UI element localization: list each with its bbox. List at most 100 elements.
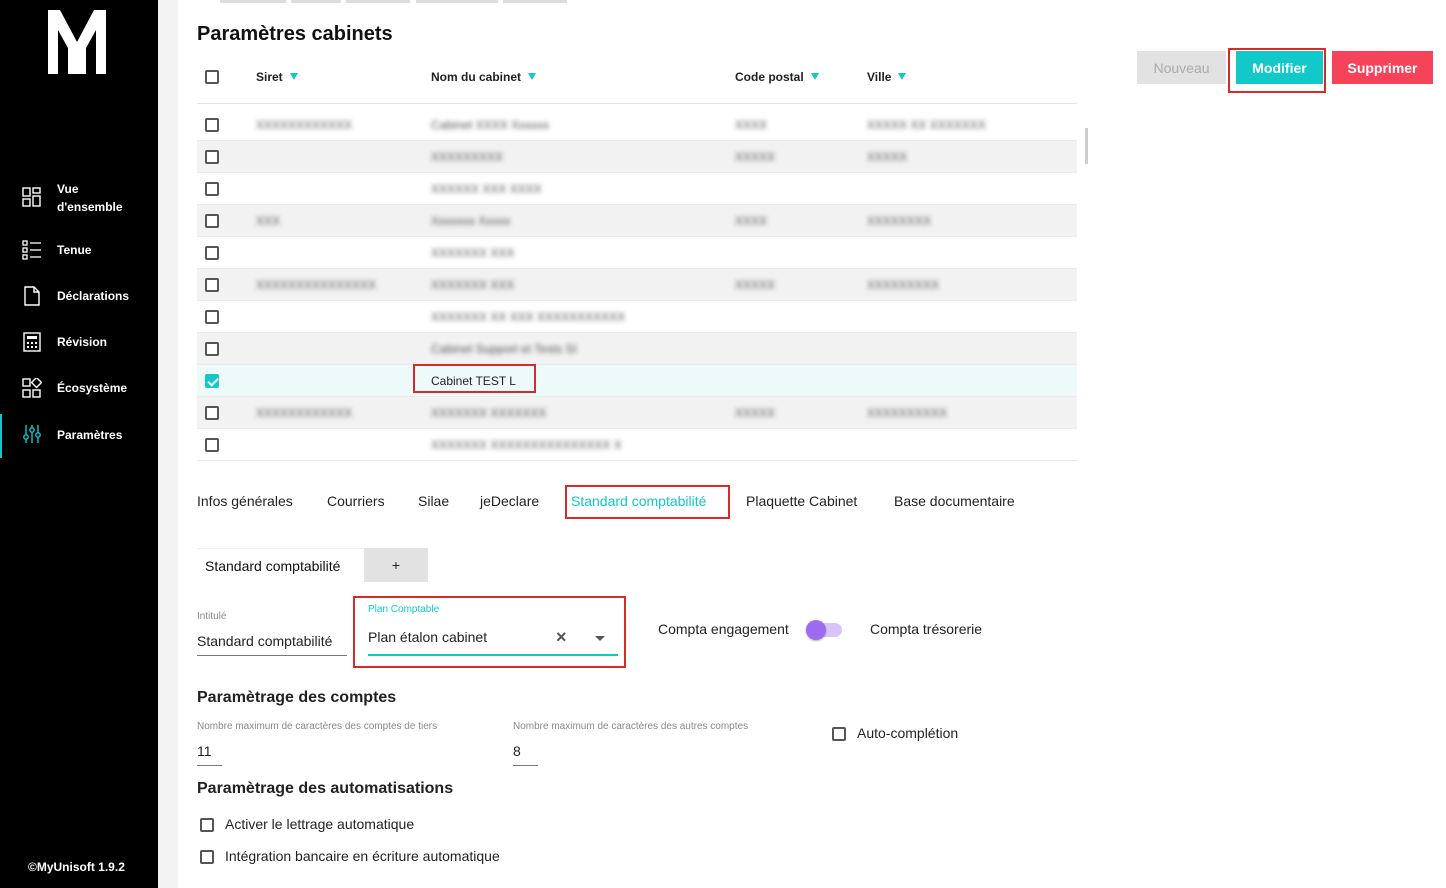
column-label: Nom du cabinet bbox=[431, 70, 522, 84]
table-row[interactable]: Cabinet TEST L bbox=[197, 365, 1077, 397]
delete-button[interactable]: Supprimer bbox=[1332, 51, 1433, 84]
tab-infos-generales[interactable]: Infos générales bbox=[197, 493, 293, 509]
sliders-icon bbox=[23, 425, 41, 443]
column-header-ville[interactable]: Ville bbox=[867, 70, 907, 84]
cell-name: XXXXXXX XXXXXXXXXXXXXXX X bbox=[431, 438, 622, 452]
table-row[interactable]: XXXXXX XXX XXXX bbox=[197, 173, 1077, 205]
tiers-length-input[interactable]: 11 bbox=[197, 743, 212, 759]
cell-siret: XXXXXXXXXXXX bbox=[256, 118, 353, 132]
intitule-underline bbox=[197, 655, 347, 656]
sidebar-item-tenue[interactable]: Tenue bbox=[0, 230, 158, 270]
compta-tresorerie-label: Compta trésorerie bbox=[870, 621, 983, 637]
tab-highlight bbox=[565, 485, 730, 519]
subtab-standard-label: Standard comptabilité bbox=[205, 558, 341, 574]
cell-city: XXXXX XX XXXXXXX bbox=[867, 118, 986, 132]
row-checkbox[interactable] bbox=[205, 278, 219, 292]
row-checkbox[interactable] bbox=[205, 214, 219, 228]
cell-name: XXXXXX XXX XXXX bbox=[431, 182, 542, 196]
table-row[interactable]: XXXXXXX XXX bbox=[197, 237, 1077, 269]
sidebar-item-declarations[interactable]: Déclarations bbox=[0, 276, 158, 316]
add-standard-button[interactable]: + bbox=[364, 548, 428, 582]
cell-cp: XXXXX bbox=[735, 278, 776, 292]
toggle-knob bbox=[806, 620, 826, 640]
bancaire-checkbox[interactable] bbox=[200, 850, 214, 864]
row-checkbox[interactable] bbox=[205, 374, 219, 388]
subtab-standard[interactable]: Standard comptabilité bbox=[197, 548, 362, 582]
row-checkbox[interactable] bbox=[205, 182, 219, 196]
new-button[interactable]: Nouveau bbox=[1137, 51, 1226, 84]
accounts-section-title: Paramètrage des comptes bbox=[197, 689, 397, 706]
sort-arrow-icon[interactable] bbox=[528, 73, 537, 80]
table-header: Siret Nom du cabinet Code postal Ville bbox=[197, 60, 1077, 104]
cell-cp: XXXXX bbox=[735, 150, 776, 164]
autocompletion-label: Auto-complétion bbox=[857, 725, 959, 741]
cell-cp: XXXX bbox=[735, 118, 768, 132]
sidebar-gutter bbox=[158, 0, 178, 888]
lettrage-label: Activer le lettrage automatique bbox=[225, 816, 415, 832]
cell-name: Cabinet XXXX Xxxxxx bbox=[431, 118, 550, 132]
selected-cabinet-highlight bbox=[413, 364, 536, 393]
autres-length-label: Nombre maximum de caractères des autres … bbox=[513, 721, 749, 732]
column-label: Ville bbox=[867, 70, 892, 84]
table-scrollbar[interactable] bbox=[1085, 128, 1088, 164]
column-header-code-postal[interactable]: Code postal bbox=[735, 70, 819, 84]
row-checkbox[interactable] bbox=[205, 150, 219, 164]
cell-name: XXXXXXX XXXXXXX bbox=[431, 406, 547, 420]
sidebar: Vue d'ensemble Tenue Déclarations Révisi… bbox=[0, 0, 158, 888]
cell-cp: XXXXX bbox=[735, 406, 776, 420]
table-row[interactable]: XXXXXXXXXXXX XXXXXXX XXXXXXX XXXXX XXXXXXXX… bbox=[197, 397, 1077, 429]
myunisoft-logo[interactable] bbox=[46, 8, 108, 76]
autres-length-input[interactable]: 8 bbox=[513, 743, 521, 759]
sidebar-item-vue-ensemble[interactable]: Vue d'ensemble bbox=[0, 177, 158, 223]
cell-name: XXXXXXXXX bbox=[431, 150, 504, 164]
page-title: Paramètres cabinets bbox=[197, 23, 393, 45]
sidebar-item-revision[interactable]: Révision bbox=[0, 322, 158, 362]
table-row[interactable]: XXXXXXXXXXXX Cabinet XXXX Xxxxxx XXXX XXXXX… bbox=[197, 109, 1077, 141]
column-header-siret[interactable]: Siret bbox=[256, 70, 298, 84]
tab-base-documentaire[interactable]: Base documentaire bbox=[894, 493, 1015, 509]
table-row[interactable]: XXXXXXX XX XXX XXXXXXXXXXX bbox=[197, 301, 1077, 333]
table-row[interactable]: XXX Xxxxxxx Xxxxx XXXX XXXXXXXX bbox=[197, 205, 1077, 237]
row-checkbox[interactable] bbox=[205, 310, 219, 324]
sort-arrow-icon[interactable] bbox=[289, 73, 298, 80]
table-row[interactable]: XXXXXXXXX XXXXX XXXXX bbox=[197, 141, 1077, 173]
row-checkbox[interactable] bbox=[205, 118, 219, 132]
sidebar-item-ecosysteme[interactable]: Écosystème bbox=[0, 368, 158, 408]
sidebar-item-label: Paramètres bbox=[57, 428, 123, 442]
tab-plaquette-cabinet[interactable]: Plaquette Cabinet bbox=[746, 493, 857, 509]
tiers-length-label: Nombre maximum de caractères des comptes… bbox=[197, 721, 438, 732]
row-checkbox[interactable] bbox=[205, 342, 219, 356]
tab-silae[interactable]: Silae bbox=[418, 493, 449, 509]
table-row[interactable]: Cabinet Support et Tests SI bbox=[197, 333, 1077, 365]
cell-siret: XXXXXXXXXXXXXXX bbox=[256, 278, 377, 292]
row-checkbox[interactable] bbox=[205, 246, 219, 260]
column-header-nom[interactable]: Nom du cabinet bbox=[431, 70, 537, 84]
cell-cp: XXXX bbox=[735, 214, 768, 228]
lettrage-checkbox[interactable] bbox=[200, 818, 214, 832]
select-all-checkbox[interactable] bbox=[205, 70, 219, 84]
table-row[interactable]: XXXXXXX XXXXXXXXXXXXXXX X bbox=[197, 429, 1077, 461]
tab-courriers[interactable]: Courriers bbox=[327, 493, 385, 509]
intitule-label: Intitulé bbox=[197, 611, 227, 622]
cell-city: XXXXXXXXX bbox=[867, 278, 940, 292]
compta-mode-toggle[interactable] bbox=[806, 620, 842, 640]
cell-name: XXXXXXX XX XXX XXXXXXXXXXX bbox=[431, 310, 626, 324]
sort-arrow-icon[interactable] bbox=[810, 73, 819, 80]
tab-jedeclare[interactable]: jeDeclare bbox=[480, 493, 539, 509]
row-checkbox[interactable] bbox=[205, 406, 219, 420]
intitule-field[interactable]: Standard comptabilité bbox=[197, 633, 332, 649]
table-row[interactable]: XXXXXXXXXXXXXXX XXXXXXX XXX XXXXX XXXXXXXXX bbox=[197, 269, 1077, 301]
automations-section-title: Paramètrage des automatisations bbox=[197, 780, 454, 797]
cell-city: XXXXXXXXXX bbox=[867, 406, 948, 420]
ecosystem-icon bbox=[22, 378, 42, 398]
sidebar-item-label: Tenue bbox=[57, 243, 92, 257]
sidebar-item-parametres[interactable]: Paramètres bbox=[0, 412, 158, 460]
column-label: Code postal bbox=[735, 70, 804, 84]
autocompletion-checkbox[interactable] bbox=[832, 727, 846, 741]
cell-name: XXXXXXX XXX bbox=[431, 278, 515, 292]
cell-name: Cabinet Support et Tests SI bbox=[431, 342, 577, 356]
cell-city: XXXXX bbox=[867, 150, 908, 164]
bancaire-label: Intégration bancaire en écriture automat… bbox=[225, 848, 500, 864]
row-checkbox[interactable] bbox=[205, 438, 219, 452]
sort-arrow-icon[interactable] bbox=[898, 73, 907, 80]
